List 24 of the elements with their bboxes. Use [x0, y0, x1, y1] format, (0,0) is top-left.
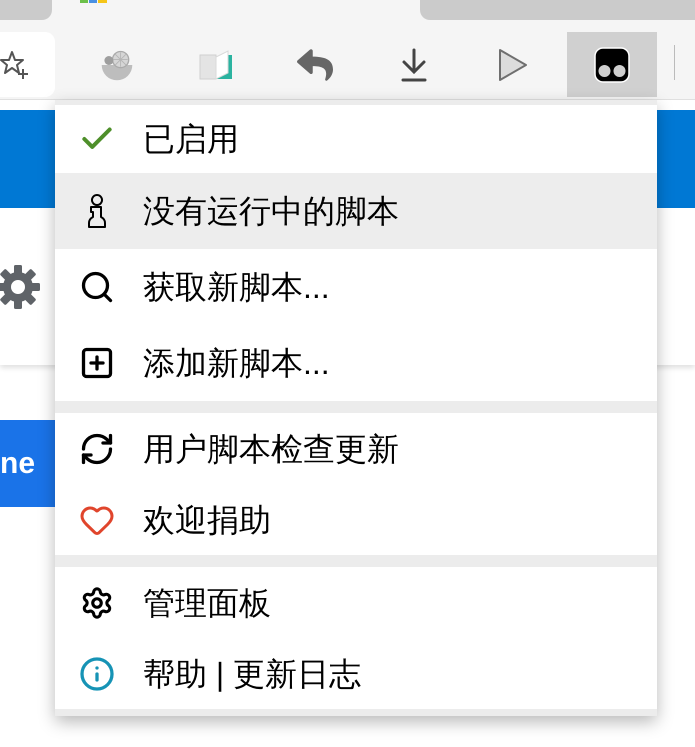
info-icon: [86, 193, 108, 229]
menu-item[interactable]: 已启用: [55, 105, 657, 173]
page-button[interactable]: ne: [0, 420, 55, 507]
plus-square-icon: [79, 345, 115, 381]
menu-item[interactable]: 管理面板: [55, 567, 657, 638]
star-plus-icon[interactable]: [0, 50, 30, 80]
toolbar-button[interactable]: [567, 32, 657, 97]
menu-item[interactable]: 欢迎捐助: [55, 484, 657, 555]
address-field[interactable]: [0, 32, 55, 97]
menu-item[interactable]: 用户脚本检查更新: [55, 413, 657, 484]
play-icon: [498, 48, 528, 82]
download-icon: [399, 48, 429, 82]
info-icon: [79, 656, 115, 692]
search-icon: [79, 269, 115, 305]
menu-item[interactable]: 帮助 | 更新日志: [55, 638, 657, 709]
settings-icon: [80, 586, 114, 620]
reply-icon: [297, 46, 333, 82]
square-two-circles-icon: [594, 46, 630, 82]
menu-item[interactable]: 没有运行中的脚本: [55, 173, 657, 249]
book-icon: [198, 48, 234, 80]
favicon-icon: [80, 0, 107, 3]
settings-icon[interactable]: [0, 262, 42, 310]
menu-item[interactable]: 添加新脚本...: [55, 325, 657, 401]
menu-item[interactable]: 获取新脚本...: [55, 249, 657, 325]
